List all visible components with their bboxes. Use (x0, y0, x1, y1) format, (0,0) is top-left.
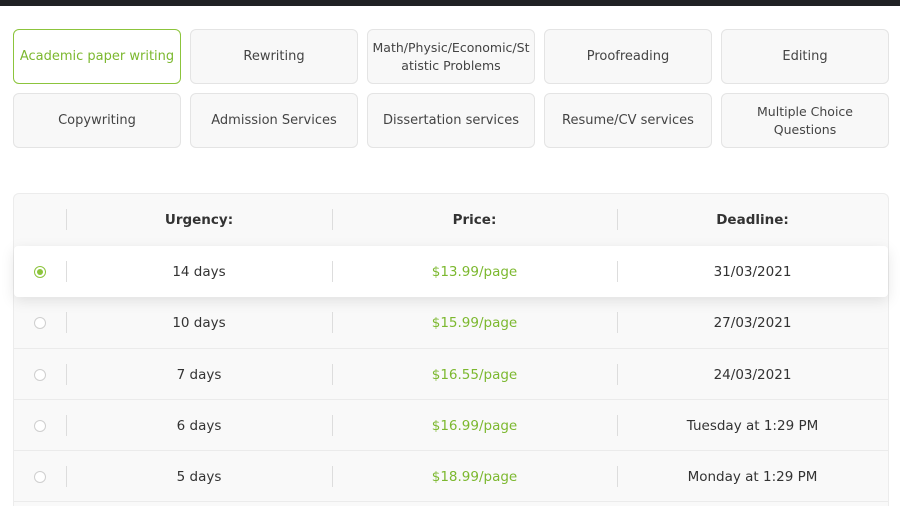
deadline-cell: Monday at 1:29 PM (617, 451, 888, 502)
table-row[interactable]: 7 days $16.55/page 24/03/2021 (14, 348, 888, 400)
service-tab-copywriting[interactable]: Copywriting (13, 93, 181, 148)
radio-button[interactable] (34, 316, 46, 329)
price-cell: $18.99/page (332, 451, 617, 502)
price-cell: $15.99/page (332, 297, 617, 348)
header-price: Price: (332, 194, 617, 246)
radio-cell (14, 297, 66, 348)
price-cell: $16.99/page (332, 400, 617, 451)
table-header: Urgency: Price: Deadline: (14, 194, 888, 246)
urgency-cell: 10 days (66, 297, 332, 348)
header-urgency: Urgency: (66, 194, 332, 246)
service-tab-admission-services[interactable]: Admission Services (190, 93, 358, 148)
deadline-cell: 31/03/2021 (617, 246, 888, 297)
table-row[interactable]: 6 days $16.99/page Tuesday at 1:29 PM (14, 399, 888, 451)
radio-cell (14, 349, 66, 400)
deadline-cell: 24/03/2021 (617, 349, 888, 400)
header-deadline: Deadline: (617, 194, 888, 246)
table-row[interactable]: 5 days $18.99/page Monday at 1:29 PM (14, 450, 888, 502)
service-tab-editing[interactable]: Editing (721, 29, 889, 84)
header-radio-column (14, 194, 66, 246)
service-tab-multiple-choice-questions[interactable]: Multiple Choice Questions (721, 93, 889, 148)
price-cell: $13.99/page (332, 246, 617, 297)
deadline-cell: 27/03/2021 (617, 297, 888, 348)
pricing-table: Urgency: Price: Deadline: 14 days $13.99… (13, 193, 889, 506)
deadline-cell: Tuesday at 1:29 PM (617, 400, 888, 451)
radio-cell (14, 400, 66, 451)
radio-cell (14, 246, 66, 297)
radio-cell (14, 451, 66, 502)
urgency-cell: 7 days (66, 349, 332, 400)
radio-button-selected[interactable] (34, 265, 46, 278)
radio-button[interactable] (34, 470, 46, 483)
table-row[interactable]: 10 days $15.99/page 27/03/2021 (14, 297, 888, 348)
table-row-partial (14, 501, 888, 508)
service-tab-rewriting[interactable]: Rewriting (190, 29, 358, 84)
service-tab-math-problems[interactable]: Math/Physic/Economic/Statistic Problems (367, 29, 535, 84)
urgency-cell: 14 days (66, 246, 332, 297)
top-bar (0, 0, 900, 6)
service-tab-academic-paper-writing[interactable]: Academic paper writing (13, 29, 181, 84)
price-cell: $16.55/page (332, 349, 617, 400)
service-tab-dissertation-services[interactable]: Dissertation services (367, 93, 535, 148)
table-row[interactable]: 14 days $13.99/page 31/03/2021 (14, 246, 888, 297)
radio-button[interactable] (34, 368, 46, 381)
service-tabs: Academic paper writing Rewriting Math/Ph… (13, 29, 889, 148)
service-tab-proofreading[interactable]: Proofreading (544, 29, 712, 84)
urgency-cell: 6 days (66, 400, 332, 451)
radio-button[interactable] (34, 419, 46, 432)
urgency-cell: 5 days (66, 451, 332, 502)
service-tab-resume-cv-services[interactable]: Resume/CV services (544, 93, 712, 148)
